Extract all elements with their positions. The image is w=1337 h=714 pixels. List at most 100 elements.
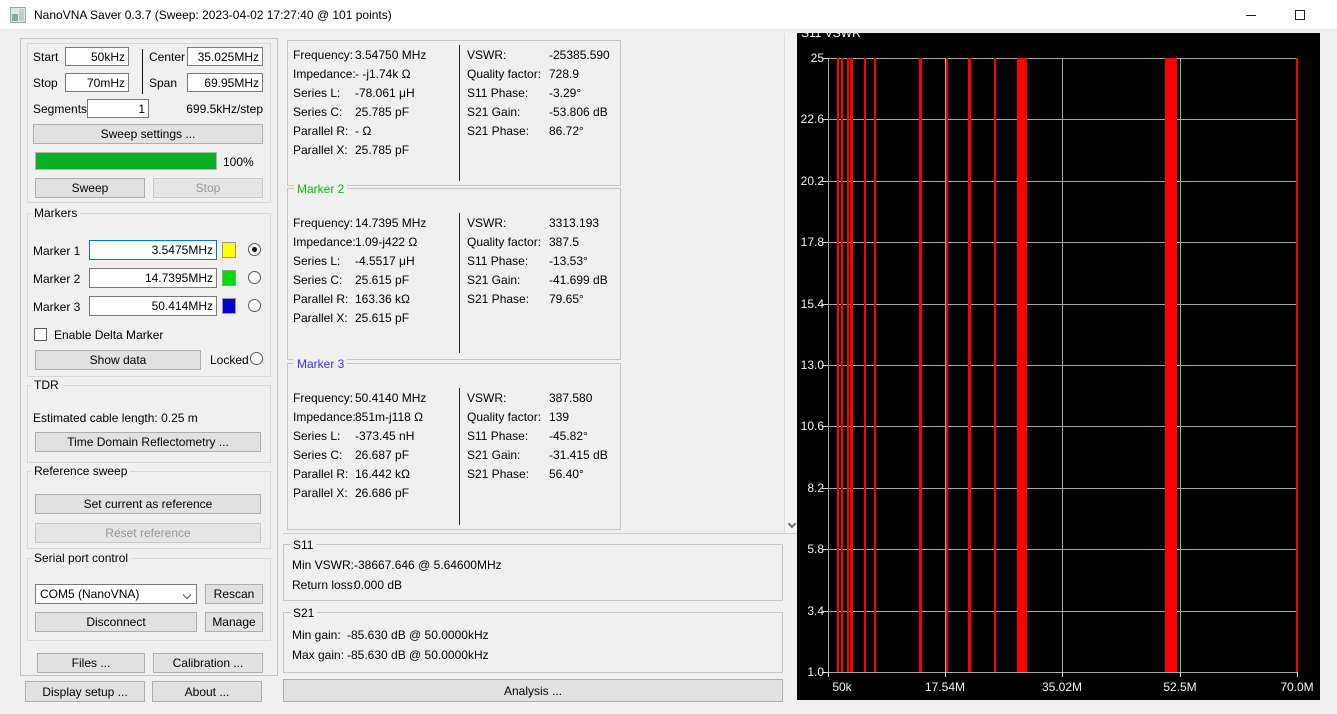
field-label: Series L:	[293, 86, 355, 100]
marker1-color-swatch[interactable]	[222, 242, 236, 258]
cable-length-text: Estimated cable length: 0.25 m	[33, 411, 198, 425]
marker1-data-panel: Frequency:3.54750 MHzImpedance:- -j1.74k…	[287, 40, 621, 186]
field-value: 26.687 pF	[355, 448, 409, 462]
field-label: Min VSWR:	[292, 558, 354, 572]
display-setup-button[interactable]: Display setup ...	[25, 681, 145, 702]
marker2-input[interactable]	[89, 268, 217, 288]
about-button[interactable]: About ...	[152, 681, 262, 702]
field-value: 25.615 pF	[355, 311, 409, 325]
data-row: Parallel X:26.686 pF	[293, 483, 457, 502]
minimize-button[interactable]	[1236, 0, 1266, 30]
field-value: 14.7395 MHz	[355, 216, 426, 230]
marker1-input[interactable]	[89, 240, 217, 260]
progress-percent: 100%	[223, 155, 254, 169]
marker3-radio[interactable]	[248, 299, 261, 312]
center-input[interactable]	[187, 47, 263, 66]
marker1-radio[interactable]	[248, 243, 261, 256]
locked-radio[interactable]	[250, 352, 263, 365]
data-row: Series L:-78.061 μH	[293, 83, 457, 102]
field-value: -85.630 dB @ 50.0000kHz	[347, 648, 489, 662]
segments-input[interactable]	[87, 99, 149, 118]
vswr-spike	[919, 58, 922, 672]
field-value: 163.36 kΩ	[355, 292, 410, 306]
field-label: VSWR:	[467, 391, 549, 405]
vswr-spike	[946, 58, 948, 672]
field-value: -41.699 dB	[549, 273, 608, 287]
chevron-down-icon	[183, 591, 191, 599]
sweep-divider	[142, 49, 143, 94]
sweep-button[interactable]: Sweep	[35, 178, 145, 198]
data-row: S11 Phase:-13.53°	[467, 251, 617, 270]
span-input[interactable]	[187, 73, 263, 92]
marker-panel-scrollbar[interactable]	[784, 33, 797, 533]
stop-button[interactable]: Stop	[153, 178, 263, 198]
reset-reference-button[interactable]: Reset reference	[35, 523, 261, 543]
data-row: Return loss:0.000 dB	[292, 575, 772, 595]
analysis-button[interactable]: Analysis ...	[283, 679, 783, 702]
v-gridline	[828, 58, 829, 672]
disconnect-button[interactable]: Disconnect	[35, 612, 197, 632]
field-label: Impedance:	[293, 235, 355, 249]
span-label: Span	[149, 76, 177, 90]
field-value: -38667.646 @ 5.64600MHz	[354, 558, 502, 572]
y-tick-label: 5.8	[797, 542, 824, 556]
field-value: -53.806 dB	[549, 105, 608, 119]
tdr-button[interactable]: Time Domain Reflectometry ...	[35, 432, 261, 452]
window-title: NanoVNA Saver 0.3.7 (Sweep: 2023-04-02 1…	[34, 8, 392, 22]
marker3-color-swatch[interactable]	[222, 298, 236, 314]
y-tick-label: 8.2	[797, 481, 824, 495]
data-row: S21 Gain:-41.699 dB	[467, 270, 617, 289]
rescan-button[interactable]: Rescan	[205, 584, 263, 604]
calibration-button[interactable]: Calibration ...	[153, 653, 263, 673]
field-label: S21 Phase:	[467, 467, 549, 481]
field-value: - Ω	[355, 124, 371, 138]
manage-button[interactable]: Manage	[205, 612, 263, 632]
marker3-input[interactable]	[89, 296, 217, 316]
field-value: -3.29°	[549, 86, 581, 100]
x-tick	[1180, 672, 1181, 677]
marker2-radio[interactable]	[248, 271, 261, 284]
show-data-button[interactable]: Show data	[35, 350, 201, 370]
field-value: 79.65°	[549, 292, 584, 306]
data-row: Series C:26.687 pF	[293, 445, 457, 464]
data-row: Impedance:851m-j118 Ω	[293, 407, 457, 426]
files-button[interactable]: Files ...	[37, 653, 145, 673]
field-label: Frequency:	[293, 48, 355, 62]
stop-input[interactable]	[65, 73, 129, 92]
data-row: VSWR:-25385.590	[467, 45, 617, 64]
data-row: VSWR:387.580	[467, 388, 617, 407]
marker2-color-swatch[interactable]	[222, 270, 236, 286]
field-label: S21 Gain:	[467, 273, 549, 287]
x-tick-label: 17.54M	[925, 680, 965, 694]
data-row: Parallel R:- Ω	[293, 121, 457, 140]
field-label: Parallel X:	[293, 486, 355, 500]
field-label: Impedance:	[293, 410, 355, 424]
start-input[interactable]	[65, 47, 129, 66]
field-label: Frequency:	[293, 391, 355, 405]
field-label: Series L:	[293, 429, 355, 443]
s21-title: S21	[290, 606, 317, 620]
data-row: S11 Phase:-3.29°	[467, 83, 617, 102]
data-row: Frequency:50.4140 MHz	[293, 388, 457, 407]
field-value: -45.82°	[549, 429, 588, 443]
sweep-settings-button[interactable]: Sweep settings ...	[33, 124, 263, 144]
s11-vswr-chart[interactable]: S11 VSWR 2522.620.217.815.413.010.68.25.…	[797, 33, 1320, 700]
set-reference-button[interactable]: Set current as reference	[35, 494, 261, 514]
data-row: S21 Phase:56.40°	[467, 464, 617, 483]
data-row: Frequency:3.54750 MHz	[293, 45, 457, 64]
serial-port-select[interactable]: COM5 (NanoVNA)	[35, 584, 197, 604]
x-tick	[1062, 672, 1063, 677]
field-label: S11 Phase:	[467, 429, 549, 443]
data-row: S21 Phase:79.65°	[467, 289, 617, 308]
field-value: 728.9	[549, 67, 579, 81]
field-value: 387.5	[549, 235, 579, 249]
field-value: 50.4140 MHz	[355, 391, 426, 405]
start-label: Start	[33, 50, 58, 64]
maximize-button[interactable]	[1285, 0, 1315, 30]
field-value: 0.000 dB	[354, 578, 402, 592]
enable-delta-checkbox[interactable]	[34, 328, 47, 341]
vswr-spike	[864, 58, 866, 672]
field-value: 25.785 pF	[355, 143, 409, 157]
field-value: 139	[549, 410, 569, 424]
field-label: Quality factor:	[467, 235, 549, 249]
